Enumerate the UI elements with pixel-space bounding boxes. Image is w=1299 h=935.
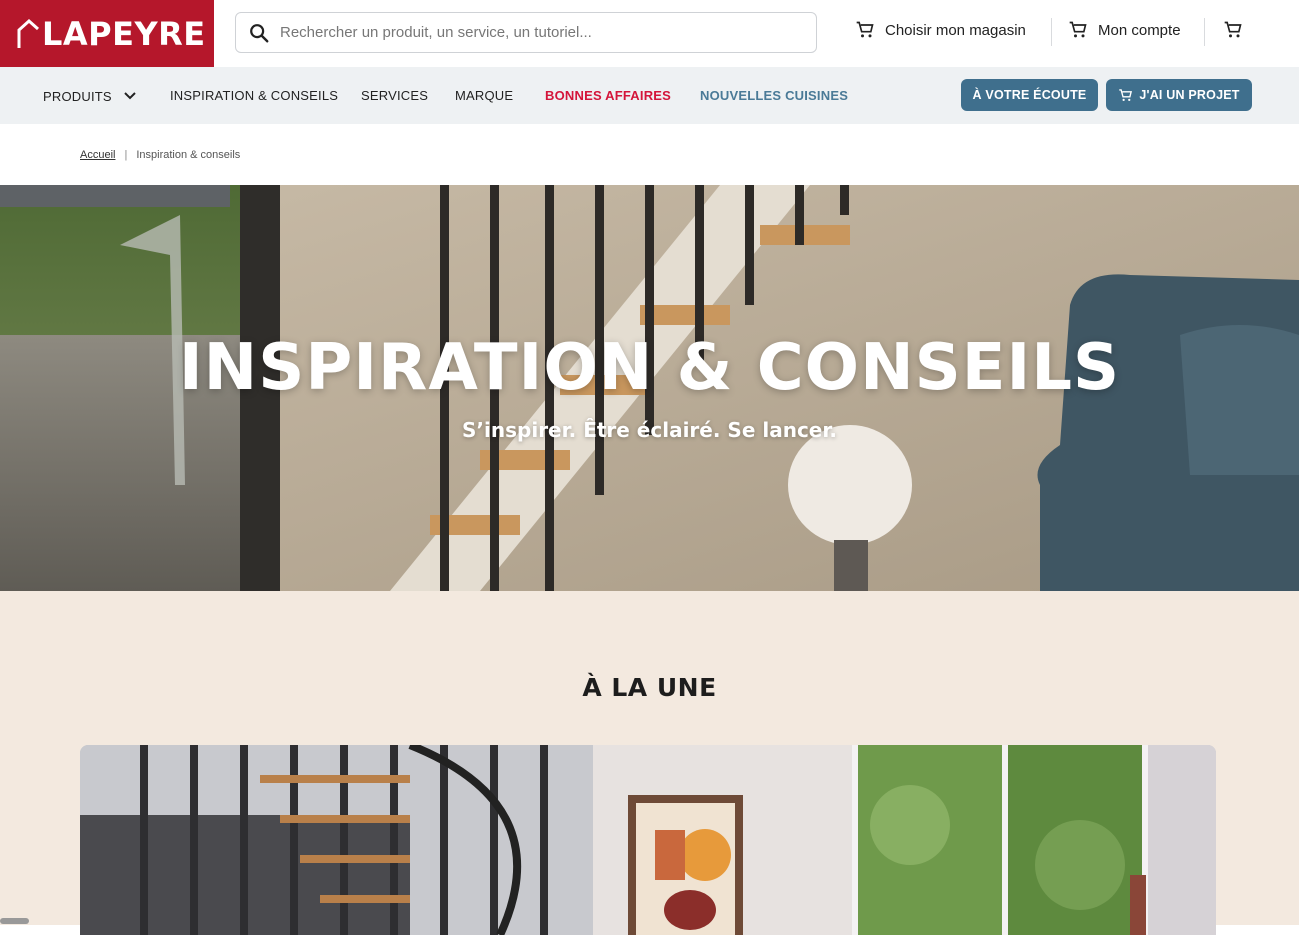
hero-title: INSPIRATION & CONSEILS	[178, 331, 1121, 405]
listen-button[interactable]: À VOTRE ÉCOUTE	[961, 79, 1098, 111]
chevron-down-icon	[124, 92, 136, 100]
nav-item-label: BONNES AFFAIRES	[545, 88, 672, 103]
breadcrumb: Accueil | Inspiration & conseils	[80, 149, 240, 161]
choose-store-label: Choisir mon magasin	[885, 21, 1026, 39]
cart-icon	[1069, 21, 1087, 38]
cart-icon	[856, 21, 874, 38]
nav-item-inspiration[interactable]: INSPIRATION & CONSEILS	[170, 88, 338, 103]
nav-item-produits[interactable]: PRODUITS	[43, 88, 138, 104]
featured-card[interactable]	[80, 745, 1216, 935]
main-nav: PRODUITS INSPIRATION & CONSEILS SERVICES…	[0, 67, 1299, 124]
account-label: Mon compte	[1098, 21, 1181, 39]
featured-section: À LA UNE	[0, 591, 1299, 935]
nav-item-marque[interactable]: MARQUE	[455, 88, 513, 103]
featured-card-image	[80, 745, 1216, 935]
nav-item-label: NOUVELLES CUISINES	[700, 88, 849, 103]
brand-logo[interactable]: LAPEYRE	[0, 0, 214, 67]
account-link[interactable]: Mon compte	[1068, 20, 1181, 40]
horizontal-scrollbar[interactable]	[0, 918, 29, 924]
nav-item-label: INSPIRATION & CONSEILS	[170, 88, 339, 103]
search-bar[interactable]	[235, 12, 817, 53]
section-title: À LA UNE	[582, 673, 717, 702]
divider	[1204, 18, 1205, 46]
search-icon[interactable]	[248, 22, 270, 44]
nav-item-label: SERVICES	[361, 88, 429, 103]
nav-item-label: MARQUE	[455, 88, 514, 103]
listen-button-label: À VOTRE ÉCOUTE	[972, 88, 1087, 102]
nav-item-nouvelles-cuisines[interactable]: NOUVELLES CUISINES	[700, 88, 848, 103]
top-header: LAPEYRE Choisir mon magasin Mon compte	[0, 0, 1299, 67]
project-button[interactable]: J'AI UN PROJET	[1106, 79, 1252, 111]
house-logo-icon	[17, 18, 39, 48]
choose-store-link[interactable]: Choisir mon magasin	[855, 20, 1026, 40]
breadcrumb-home-link[interactable]: Accueil	[80, 149, 115, 161]
nav-item-services[interactable]: SERVICES	[361, 88, 428, 103]
hero-banner: INSPIRATION & CONSEILS S’inspirer. Être …	[0, 185, 1299, 591]
cart-button[interactable]	[1223, 20, 1243, 40]
hero-subtitle: S’inspirer. Être éclairé. Se lancer.	[462, 418, 837, 442]
nav-item-label: PRODUITS	[43, 88, 112, 104]
cart-icon	[1224, 21, 1242, 38]
breadcrumb-separator: |	[124, 149, 128, 161]
breadcrumb-current: Inspiration & conseils	[136, 149, 241, 161]
nav-item-bonnes-affaires[interactable]: BONNES AFFAIRES	[545, 88, 671, 103]
cart-icon	[1119, 88, 1133, 101]
divider	[1051, 18, 1052, 46]
brand-name: LAPEYRE	[42, 14, 206, 53]
search-input[interactable]	[280, 24, 800, 41]
project-button-label: J'AI UN PROJET	[1139, 88, 1240, 102]
